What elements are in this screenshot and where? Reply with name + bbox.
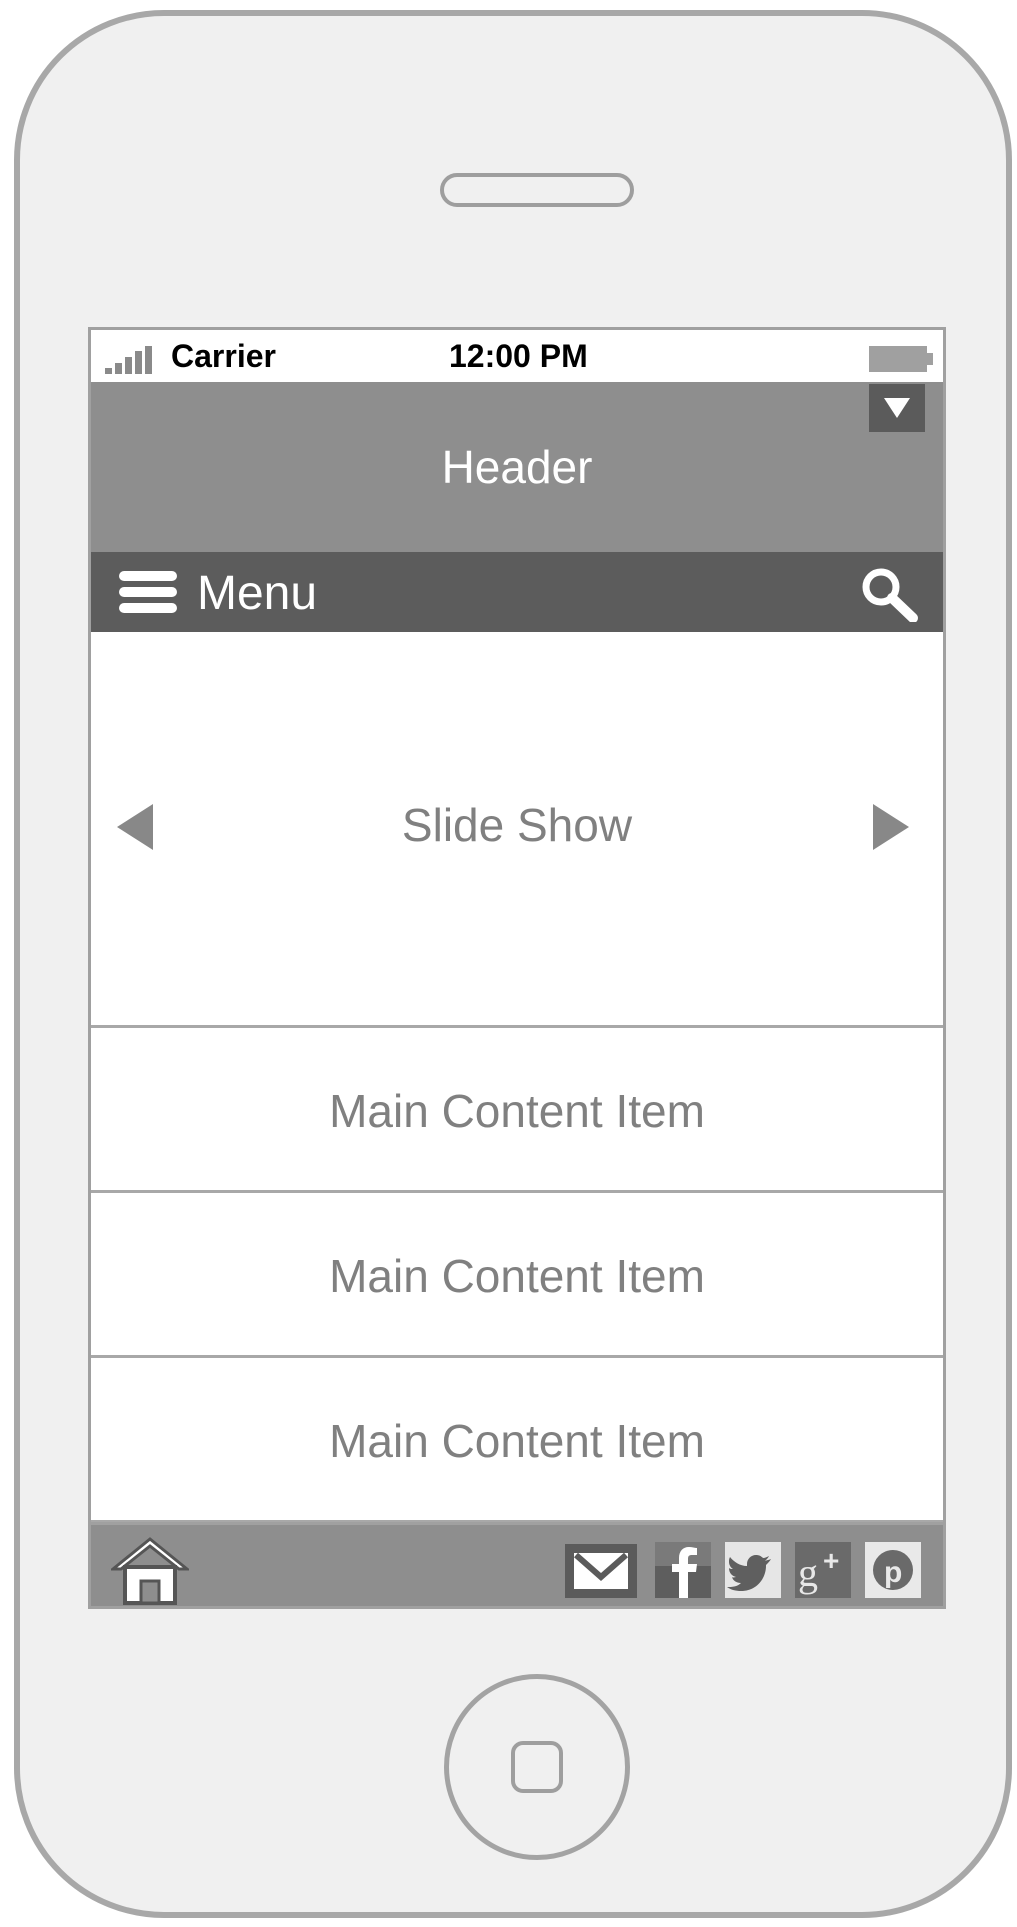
phone-screen: Carrier 12:00 PM Header Menu Slide Show (88, 327, 946, 1609)
hamburger-menu-icon[interactable] (119, 571, 177, 613)
header-title: Header (441, 441, 593, 493)
menu-bar: Menu (91, 552, 943, 632)
slideshow-next-arrow-icon[interactable] (873, 804, 909, 850)
svg-text:+: + (823, 1545, 839, 1576)
menu-button-label[interactable]: Menu (197, 566, 317, 621)
search-icon[interactable] (859, 566, 919, 622)
status-time: 12:00 PM (449, 338, 588, 374)
status-bar: Carrier 12:00 PM (91, 330, 943, 382)
main-content-item[interactable]: Main Content Item (91, 1028, 943, 1193)
pinterest-icon[interactable]: p (865, 1542, 921, 1598)
device-home-button[interactable] (444, 1674, 630, 1860)
battery-tip (927, 353, 933, 365)
twitter-icon[interactable] (725, 1542, 781, 1598)
signal-strength-icon (105, 344, 159, 374)
phone-speaker (440, 173, 634, 207)
facebook-icon[interactable] (655, 1542, 711, 1598)
home-button-square-icon (511, 1741, 563, 1793)
mail-icon[interactable] (565, 1544, 637, 1598)
app-header: Header (91, 382, 943, 552)
caret-down-icon (884, 398, 910, 418)
carrier-name: Carrier (171, 338, 276, 374)
main-content-item-label: Main Content Item (329, 1250, 705, 1302)
svg-text:g: g (798, 1550, 818, 1595)
header-dropdown-button[interactable] (869, 384, 925, 432)
main-content-item-label: Main Content Item (329, 1415, 705, 1467)
google-plus-icon[interactable]: g + (795, 1542, 851, 1598)
main-content-item[interactable]: Main Content Item (91, 1358, 943, 1523)
footer-bar: g + p (91, 1522, 943, 1606)
battery-icon (869, 346, 927, 372)
svg-text:p: p (884, 1556, 902, 1589)
slideshow-label: Slide Show (401, 799, 633, 851)
slideshow: Slide Show (91, 632, 943, 1028)
main-content-item-label: Main Content Item (329, 1085, 705, 1137)
main-content-item[interactable]: Main Content Item (91, 1193, 943, 1358)
home-icon[interactable] (111, 1535, 189, 1605)
